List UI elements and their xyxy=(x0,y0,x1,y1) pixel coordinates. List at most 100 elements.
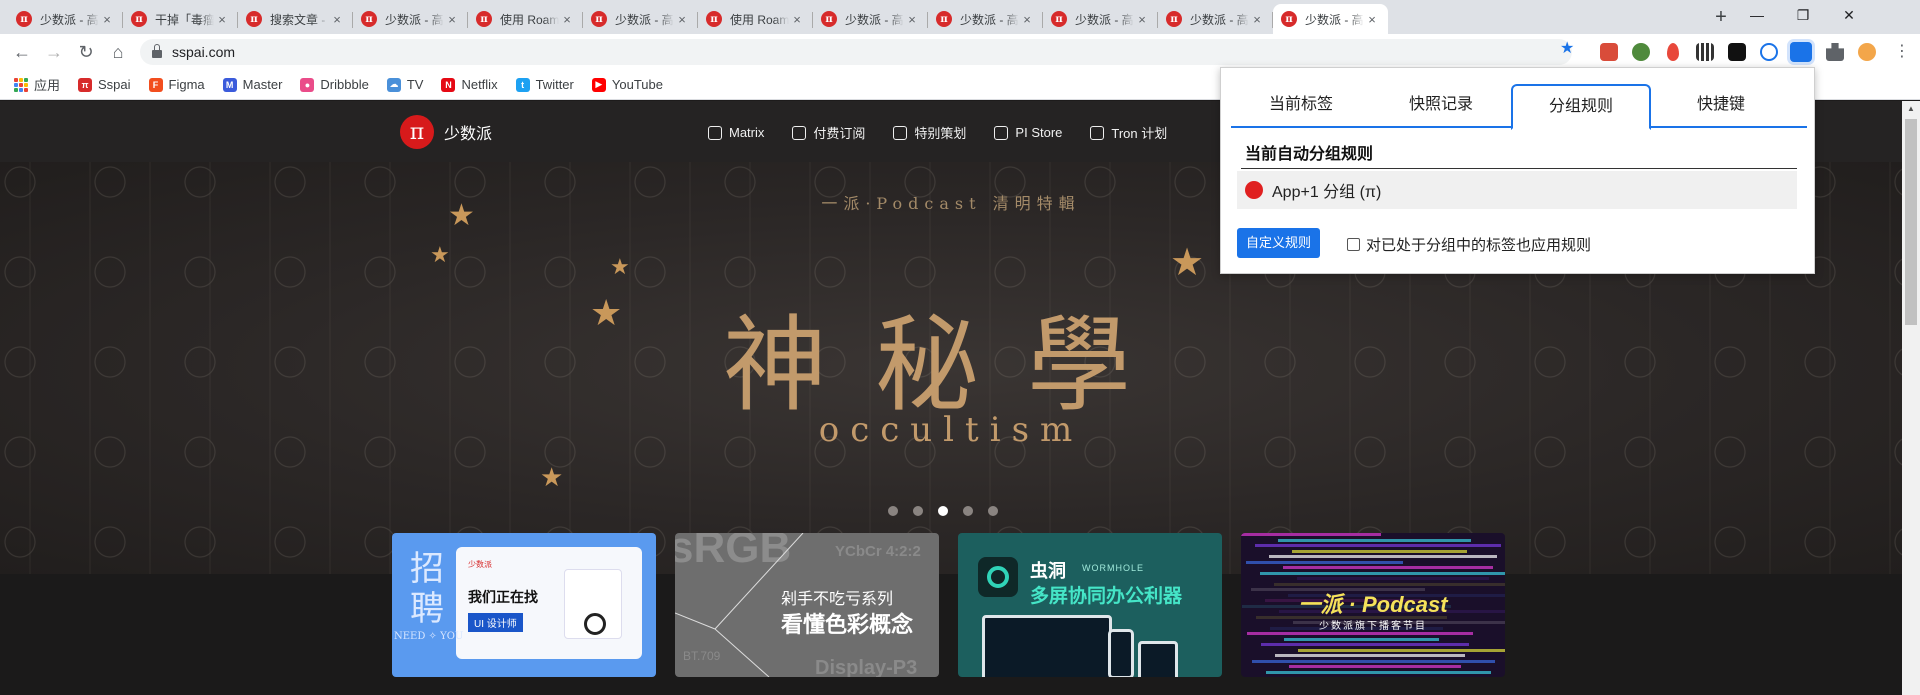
tab[interactable]: π 使用 Roam Research× xyxy=(698,4,813,34)
card-color[interactable]: sRGB YCbCr 4:2:2 剁手不吃亏系列 看懂色彩概念 BT.709 D… xyxy=(675,533,939,677)
site-nav-link[interactable]: PI Store xyxy=(994,123,1062,142)
tab[interactable]: π 干掉「毒瘤」软件× xyxy=(123,4,238,34)
popup-tab[interactable]: 快照记录 xyxy=(1371,84,1511,126)
address-bar[interactable]: sspai.com xyxy=(140,39,1572,65)
tab-close-icon[interactable]: × xyxy=(789,12,805,27)
bookmark-dribbble[interactable]: ● Dribbble xyxy=(300,77,369,92)
back-button[interactable]: ← xyxy=(8,38,36,66)
tab[interactable]: π 少数派 - 高效工作× xyxy=(1158,4,1273,34)
site-nav-link[interactable]: Tron 计划 xyxy=(1090,123,1167,142)
extension-6-icon[interactable] xyxy=(1760,43,1778,61)
tab-close-icon[interactable]: × xyxy=(214,12,230,27)
site-nav-link[interactable]: Matrix xyxy=(708,123,764,142)
tab[interactable]: π 搜索文章 - 少数派× xyxy=(238,4,353,34)
apply-to-grouped-checkbox[interactable] xyxy=(1347,238,1360,251)
lock-icon[interactable] xyxy=(152,44,162,58)
star-icon: ★ xyxy=(590,292,623,333)
tab-active[interactable]: π 少数派 - 高效工作× xyxy=(1273,4,1388,34)
tab-close-icon[interactable]: × xyxy=(1364,12,1380,27)
tab-close-icon[interactable]: × xyxy=(1134,12,1150,27)
glitch-stripe xyxy=(1275,654,1465,657)
bookmark-master[interactable]: M Master xyxy=(222,77,282,92)
minimize-button[interactable]: — xyxy=(1734,0,1780,30)
scroll-up-arrow-icon[interactable]: ▲ xyxy=(1902,101,1920,117)
carousel-dot[interactable] xyxy=(913,506,923,516)
tab[interactable]: π 少数派 - 高效工作× xyxy=(353,4,468,34)
popup-tab[interactable]: 分组规则 xyxy=(1511,84,1651,130)
puzzle-extensions-icon[interactable] xyxy=(1826,43,1844,61)
extension-4-icon[interactable] xyxy=(1696,43,1714,61)
forward-button[interactable]: → xyxy=(40,38,68,66)
tab-close-icon[interactable]: × xyxy=(444,12,460,27)
custom-rules-button[interactable]: 自定义规则 xyxy=(1237,228,1321,258)
menu-kebab-icon[interactable]: ⋮ xyxy=(1888,38,1916,66)
tab-close-icon[interactable]: × xyxy=(1249,12,1265,27)
bookmark-twitter[interactable]: t Twitter xyxy=(515,77,574,92)
tab-close-icon[interactable]: × xyxy=(904,12,920,27)
home-button[interactable]: ⌂ xyxy=(104,38,132,66)
extension-3-icon[interactable] xyxy=(1667,43,1679,61)
card-wormhole[interactable]: 虫洞 WORMHOLE 多屏协同办公利器 xyxy=(958,533,1222,677)
apply-to-grouped-option[interactable]: 对已处于分组中的标签也应用规则 xyxy=(1347,234,1591,255)
site-nav-link[interactable]: 特别策划 xyxy=(893,123,966,142)
tab[interactable]: π 少数派 - 高效工作× xyxy=(813,4,928,34)
nav-link-label: 特别策划 xyxy=(914,126,967,141)
bookmark-tv[interactable]: ☁ TV xyxy=(386,77,423,92)
scrollbar-thumb[interactable] xyxy=(1905,119,1917,325)
tab-close-icon[interactable]: × xyxy=(559,12,575,27)
tab-title: 少数派 - 高效工作 xyxy=(1190,12,1249,27)
extension-1-icon[interactable] xyxy=(1600,43,1618,61)
tab[interactable]: π 使用 Roam Research× xyxy=(468,4,583,34)
sspai-favicon-icon: π xyxy=(131,11,147,27)
card-wormhole-tagline: 多屏协同办公利器 xyxy=(1030,586,1183,607)
carousel-dots xyxy=(888,506,1013,516)
sspai-favicon-icon: π xyxy=(246,11,262,27)
glitch-stripe xyxy=(1278,538,1471,542)
tab[interactable]: π 少数派 - 高效工作× xyxy=(1043,4,1158,34)
bookmark-label: Sspai xyxy=(98,77,131,92)
bookmark-netflix[interactable]: N Netflix xyxy=(441,77,498,92)
tab-close-icon[interactable]: × xyxy=(329,12,345,27)
extension-2-icon[interactable] xyxy=(1632,43,1650,61)
sspai-favicon-icon: π xyxy=(1166,11,1182,27)
tab-group-extension-icon[interactable] xyxy=(1790,42,1812,62)
carousel-dot[interactable] xyxy=(963,506,973,516)
page-scrollbar[interactable]: ▲ xyxy=(1902,101,1920,695)
rule-row[interactable]: App+1 分组 (π) xyxy=(1237,171,1797,209)
carousel-dot-active[interactable] xyxy=(938,506,948,516)
tab-close-icon[interactable]: × xyxy=(674,12,690,27)
glitch-stripe xyxy=(1269,555,1497,558)
bookmark-figma[interactable]: F Figma xyxy=(148,77,205,92)
close-window-button[interactable]: ✕ xyxy=(1826,0,1872,30)
card-hiring[interactable]: 招聘 少数派 我们正在找 UI 设计师 NEED ✧ YOU xyxy=(392,533,656,677)
browser-window: + — ❐ ✕ π少数派 - 高效工作×π干掉「毒瘤」软件×π搜索文章 - 少数… xyxy=(0,0,1920,695)
tab-close-icon[interactable]: × xyxy=(1019,12,1035,27)
profile-avatar[interactable] xyxy=(1858,43,1876,61)
tab[interactable]: π 少数派 - 高效工作× xyxy=(928,4,1043,34)
site-logo[interactable]: π 少数派 xyxy=(400,115,492,149)
popup-tabs: 当前标签 快照记录 分组规则 快捷键 xyxy=(1231,84,1807,130)
tab[interactable]: π 少数派 - 高效工作× xyxy=(8,4,123,34)
tab-title: 少数派 - 高效工作 xyxy=(1075,12,1134,27)
new-tab-button[interactable]: + xyxy=(1708,5,1734,31)
popup-tab[interactable]: 快捷键 xyxy=(1651,84,1791,126)
carousel-dot[interactable] xyxy=(988,506,998,516)
extension-5-icon[interactable] xyxy=(1728,43,1746,61)
bookmark--[interactable]: 应用 xyxy=(14,75,60,94)
card-podcast[interactable]: 一派 · Podcast 少数派旗下播客节目 xyxy=(1241,533,1505,677)
bookmark-sspai[interactable]: π Sspai xyxy=(78,77,131,92)
nav-link-label: Matrix xyxy=(729,125,765,140)
glitch-stripe xyxy=(1292,549,1467,553)
bookmark-youtube[interactable]: ▶ YouTube xyxy=(591,77,663,92)
popup-tab[interactable]: 当前标签 xyxy=(1231,84,1371,126)
site-nav-link[interactable]: 付费订阅 xyxy=(792,123,865,142)
tab[interactable]: π 少数派 - 高效工作× xyxy=(583,4,698,34)
nav-link-label: PI Store xyxy=(1015,125,1063,140)
carousel-dot[interactable] xyxy=(888,506,898,516)
sspai-favicon-icon: π xyxy=(821,11,837,27)
bookmark-label: Dribbble xyxy=(320,77,369,92)
tab-close-icon[interactable]: × xyxy=(99,12,115,27)
reload-button[interactable]: ↻ xyxy=(72,38,100,66)
bookmark-star-icon[interactable]: ★ xyxy=(1560,38,1574,58)
restore-button[interactable]: ❐ xyxy=(1780,0,1826,30)
